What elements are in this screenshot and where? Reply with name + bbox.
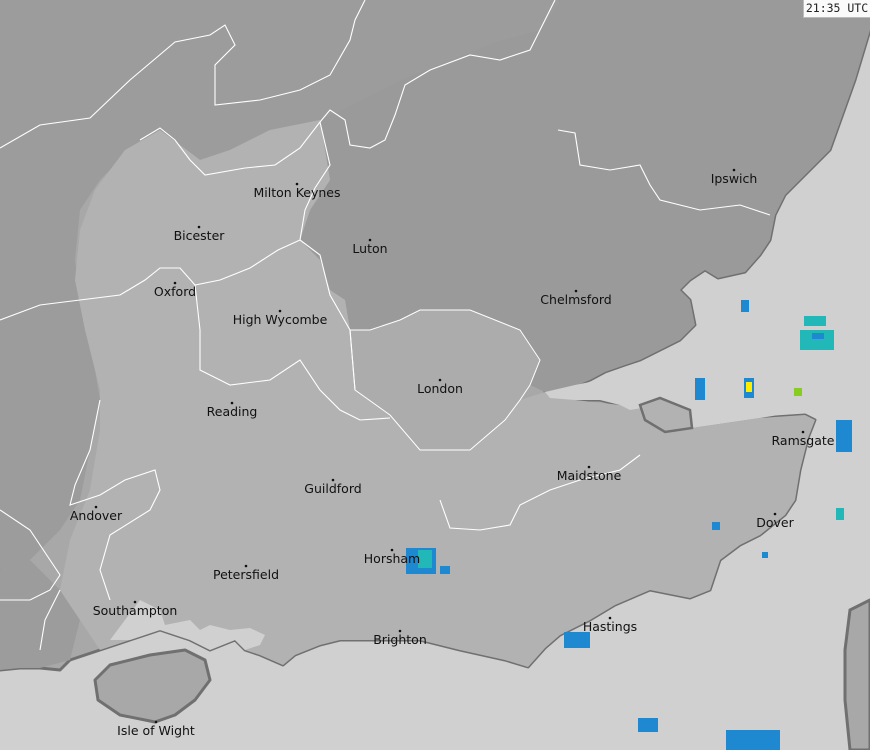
land-france	[843, 598, 870, 750]
place-label: London	[417, 381, 463, 396]
radar-map[interactable]: Milton Keynes Bicester Luton Ipswich Oxford C…	[0, 0, 870, 750]
place-label: Hastings	[583, 619, 637, 634]
place-label: Southampton	[93, 603, 178, 618]
place-label: Dover	[756, 515, 794, 530]
place-label: Isle of Wight	[117, 723, 195, 738]
place-label: Reading	[207, 404, 258, 419]
timestamp-label: 21:35 UTC	[803, 0, 870, 18]
place-label: Brighton	[373, 632, 427, 647]
place-label: Chelmsford	[540, 292, 611, 307]
place-label: Guildford	[304, 481, 361, 496]
place-label: High Wycombe	[233, 312, 328, 327]
place-label: Petersfield	[213, 567, 279, 582]
place-label: Oxford	[154, 284, 196, 299]
place-label: Ramsgate	[772, 433, 835, 448]
place-label: Andover	[70, 508, 123, 523]
place-label: Ipswich	[711, 171, 758, 186]
place-label: Luton	[352, 241, 387, 256]
place-label: Milton Keynes	[254, 185, 341, 200]
place-label: Maidstone	[557, 468, 622, 483]
place-label: Bicester	[174, 228, 226, 243]
place-label: Horsham	[364, 551, 420, 566]
